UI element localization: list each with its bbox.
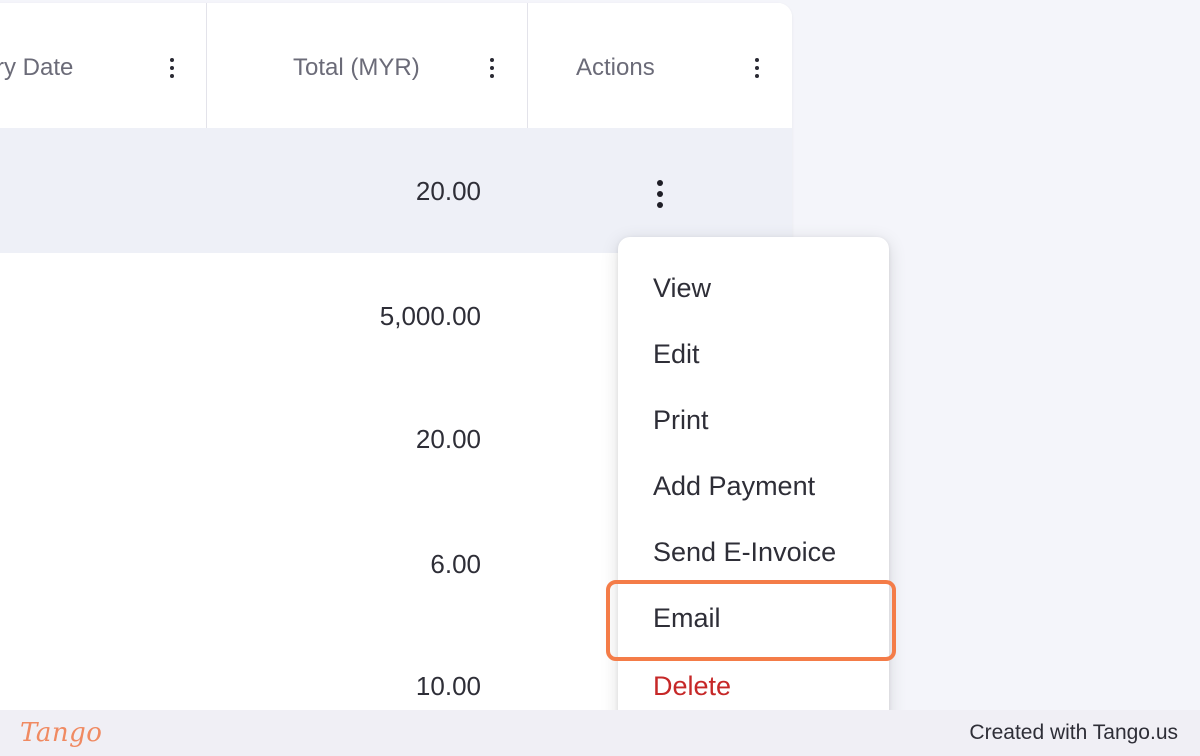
column-menu-icon[interactable] xyxy=(162,53,182,83)
screen: ry Date Total (MYR) Actions 20.00 5,000.… xyxy=(0,0,1200,756)
menu-item-print[interactable]: Print xyxy=(618,390,889,450)
row-total: 20.00 xyxy=(415,424,481,454)
column-header-total[interactable]: Total (MYR) xyxy=(207,3,527,128)
row-total: 5,000.00 xyxy=(379,301,481,331)
menu-item-edit[interactable]: Edit xyxy=(618,324,889,384)
created-with-credit: Created with Tango.us xyxy=(969,721,1178,744)
column-header-actions[interactable]: Actions xyxy=(528,3,792,128)
column-header-label: Actions xyxy=(576,54,655,81)
row-actions-icon[interactable] xyxy=(646,174,674,214)
menu-item-send-e-invoice[interactable]: Send E-Invoice xyxy=(618,522,889,582)
menu-item-email[interactable]: Email xyxy=(618,588,889,648)
column-menu-icon[interactable] xyxy=(482,53,502,83)
row-total: 6.00 xyxy=(430,549,481,579)
column-header-label: ry Date xyxy=(0,54,74,81)
tango-logo: Tango xyxy=(20,718,103,748)
footer-bar: Tango Created with Tango.us xyxy=(0,710,1200,756)
row-total: 20.00 xyxy=(415,176,481,206)
row-total: 10.00 xyxy=(415,671,481,701)
menu-item-view[interactable]: View xyxy=(618,258,889,318)
table-header: ry Date Total (MYR) Actions xyxy=(0,3,792,128)
column-header-label: Total (MYR) xyxy=(293,54,420,81)
column-header-date[interactable]: ry Date xyxy=(0,3,206,128)
row-actions-menu: View Edit Print Add Payment Send E-Invoi… xyxy=(618,237,889,737)
column-menu-icon[interactable] xyxy=(747,53,767,83)
menu-item-delete[interactable]: Delete xyxy=(618,656,889,716)
table-row[interactable]: 20.00 xyxy=(0,128,792,253)
menu-item-add-payment[interactable]: Add Payment xyxy=(618,456,889,516)
